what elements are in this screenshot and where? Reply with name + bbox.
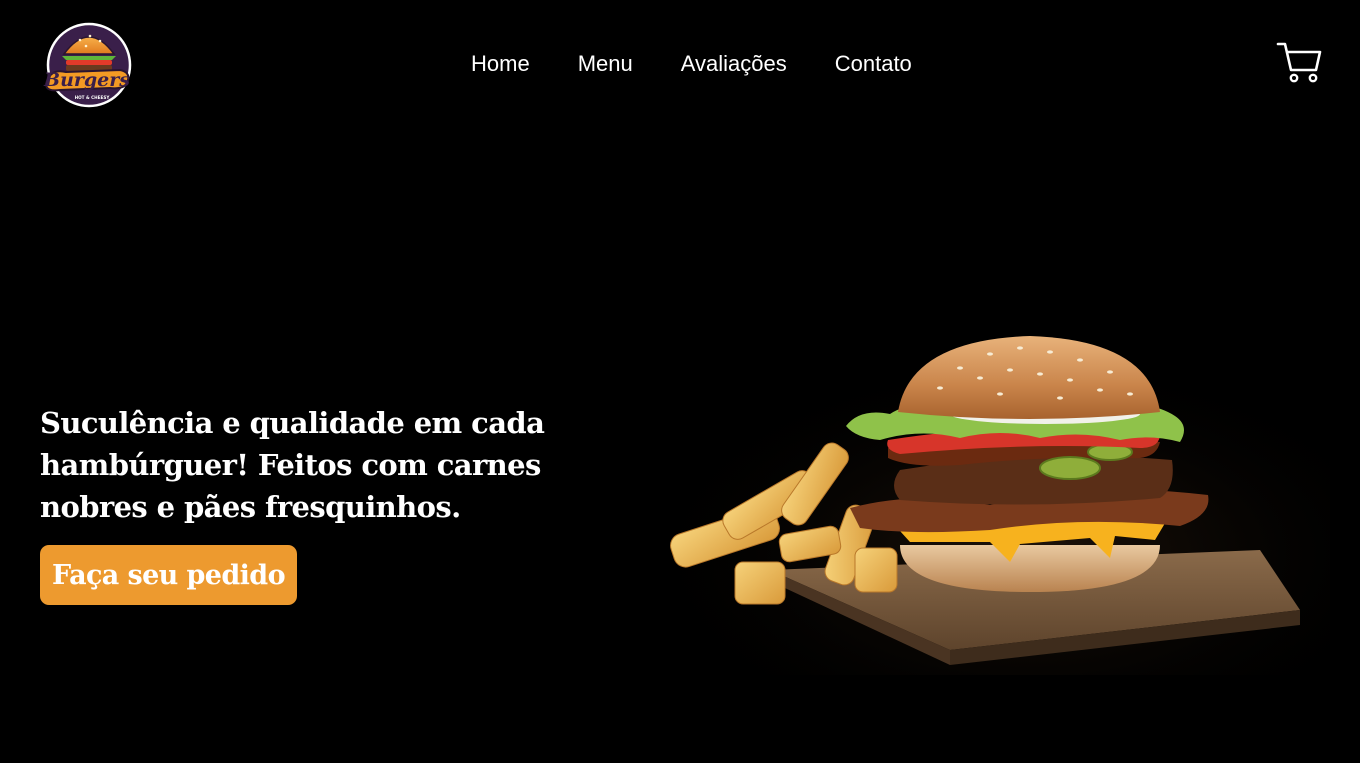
cart-icon[interactable]	[1276, 40, 1322, 84]
burger-logo-icon: Burgers HOT & CHEESY	[43, 22, 132, 108]
svg-text:Burgers: Burgers	[43, 69, 130, 91]
nav-item-home[interactable]: Home	[471, 50, 530, 78]
order-button[interactable]: Faça seu pedido	[40, 545, 297, 605]
hero-headline: Suculência e qualidade em cada hambúrgue…	[40, 406, 545, 524]
main-nav: Home Menu Avaliações Contato	[471, 50, 912, 78]
nav-item-avaliacoes[interactable]: Avaliações	[681, 50, 787, 78]
nav-item-menu[interactable]: Menu	[578, 50, 633, 78]
svg-text:HOT & CHEESY: HOT & CHEESY	[75, 95, 111, 100]
burger-and-fries-image	[660, 330, 1330, 675]
nav-item-contato[interactable]: Contato	[835, 50, 912, 78]
